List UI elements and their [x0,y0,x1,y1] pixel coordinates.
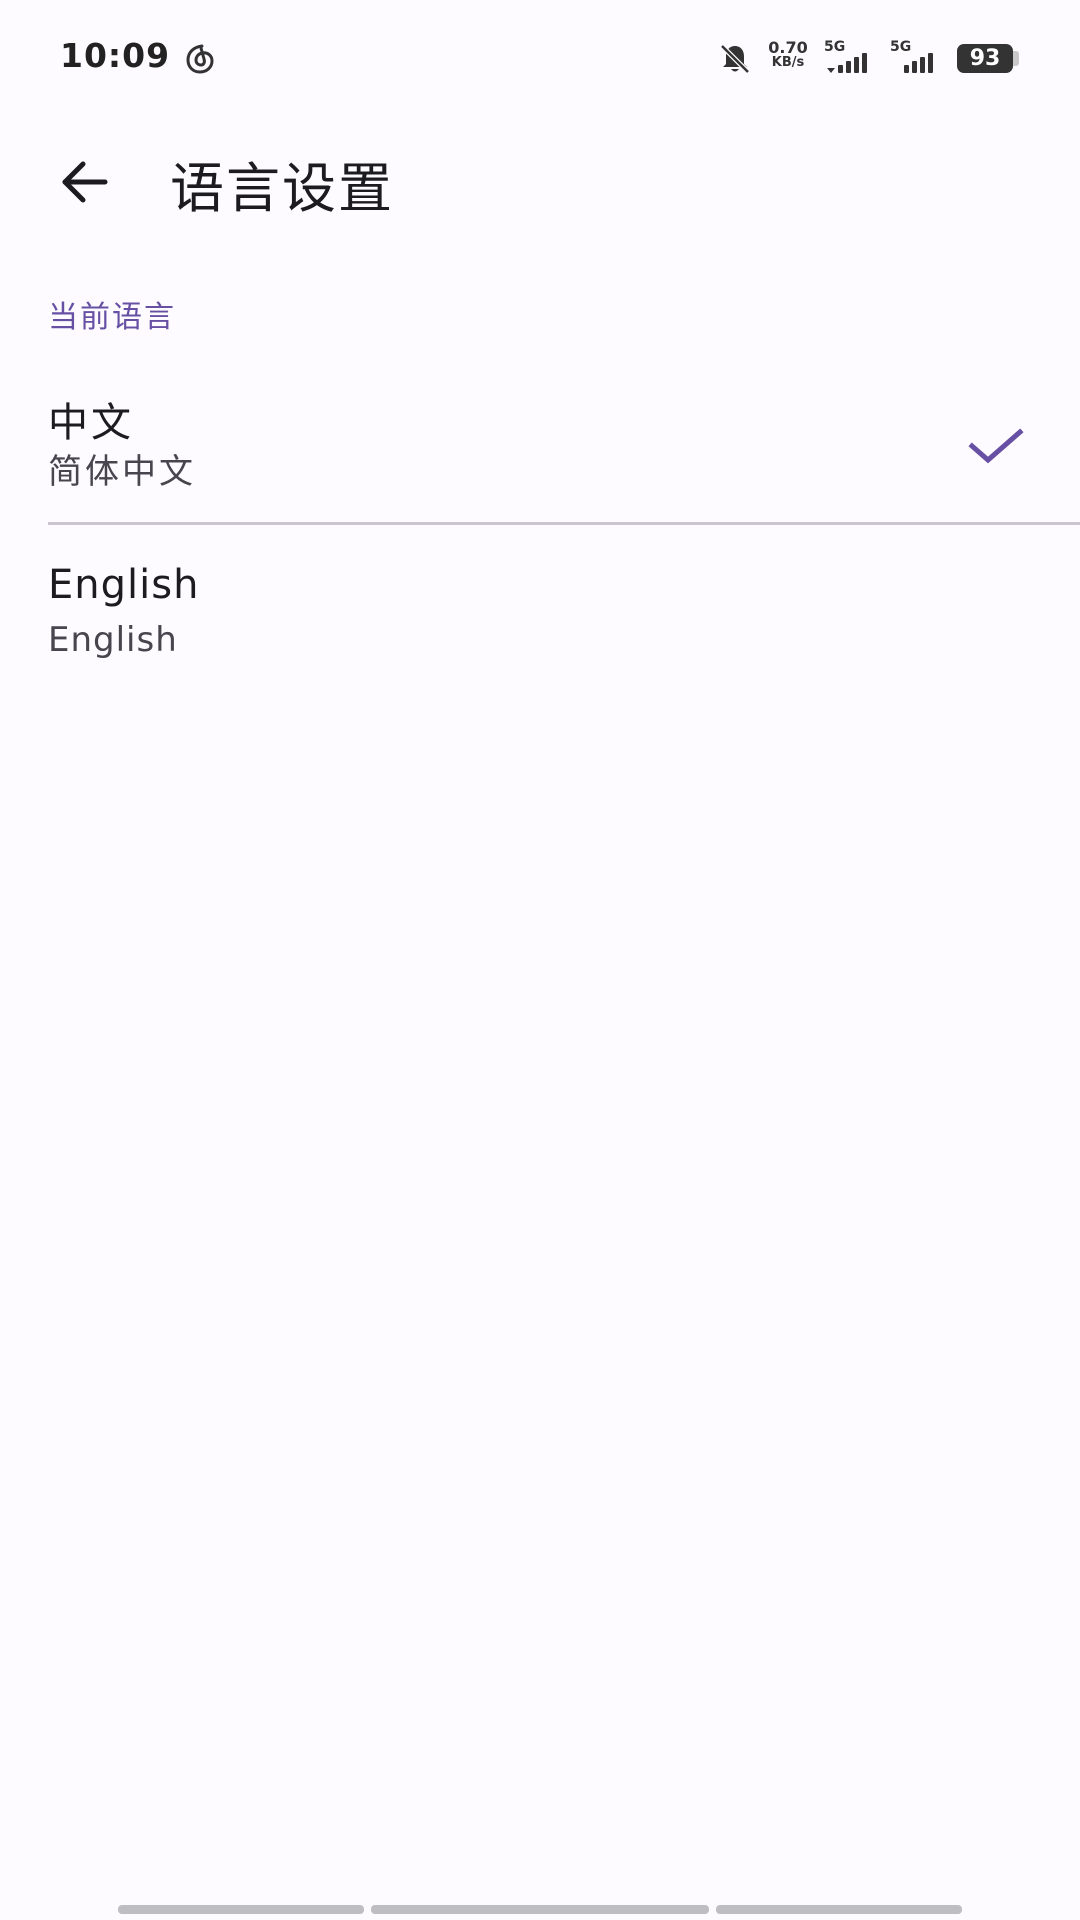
battery-icon: 93 [957,44,1013,73]
language-title: English [48,562,200,608]
check-icon [968,428,1024,464]
gesture-segment [371,1905,709,1914]
signal-icon [827,53,867,73]
status-bar: 10:09 0.70 KB/s 5G 5G 93 [0,0,1080,116]
net-speed: 0.70 KB/s [763,38,813,71]
net-speed-unit: KB/s [771,55,805,70]
arrow-left-icon [62,161,108,203]
signal-icon [904,53,933,73]
section-header: 当前语言 [48,300,176,335]
back-button[interactable] [42,140,126,224]
gesture-bar[interactable] [0,1905,1080,1915]
gesture-segment [118,1905,364,1914]
language-subtitle: 简体中文 [48,452,196,492]
language-option-english[interactable]: English English [0,540,1080,680]
battery-level: 93 [969,46,1001,71]
netease-music-icon [186,44,214,74]
language-title: 中文 [48,400,134,446]
status-time: 10:09 [60,36,171,75]
divider [48,522,1080,525]
app-bar: 语言设置 [0,116,1080,238]
page-title: 语言设置 [170,157,394,220]
gesture-segment [716,1905,962,1914]
battery-cap [1013,51,1019,66]
bell-off-icon [720,44,750,74]
net-speed-value: 0.70 [768,38,808,57]
language-subtitle: English [48,620,178,660]
language-option-chinese[interactable]: 中文 简体中文 [0,384,1080,522]
